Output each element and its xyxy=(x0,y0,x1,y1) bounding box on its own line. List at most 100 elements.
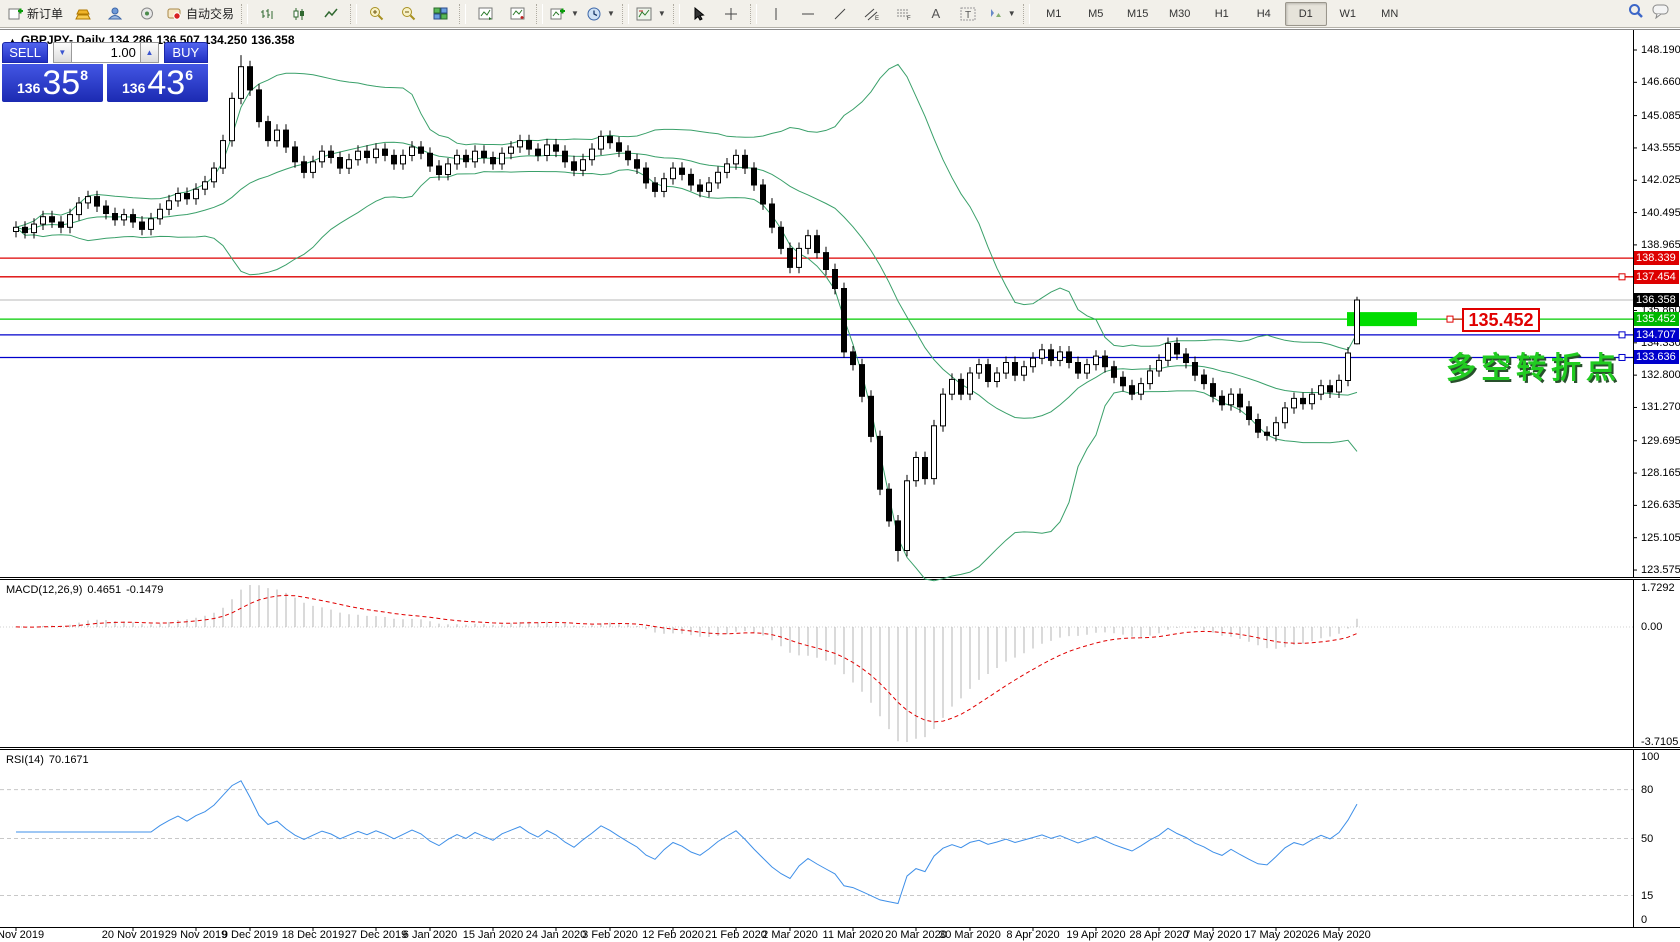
candle-body xyxy=(1148,371,1153,384)
price-axis-tick: 140.495 xyxy=(1641,207,1680,219)
candle-body xyxy=(752,168,757,185)
candle-body xyxy=(347,160,352,169)
candle-body xyxy=(275,130,280,141)
time-axis-label: 18 Dec 2019 xyxy=(282,929,344,941)
buy-button[interactable]: BUY xyxy=(164,42,208,63)
time-axis-label: 2 Mar 2020 xyxy=(762,929,818,941)
price-callout-label[interactable]: 135.452 xyxy=(1462,308,1540,332)
candle-body xyxy=(743,155,748,168)
volume-input[interactable] xyxy=(72,42,140,63)
time-axis-label: 29 Nov 2019 xyxy=(165,929,227,941)
candle-body xyxy=(122,215,127,220)
candle-body xyxy=(1139,384,1144,395)
candle-body xyxy=(932,426,937,479)
candle-body xyxy=(635,160,640,169)
candle-body xyxy=(1121,377,1126,386)
buy-price-display[interactable]: 136436 xyxy=(107,64,208,102)
price-axis-tick: 126.635 xyxy=(1641,499,1680,511)
price-axis-tick: 132.800 xyxy=(1641,369,1680,381)
candle-body xyxy=(473,151,478,162)
price-axis-tick: 125.105 xyxy=(1641,532,1680,544)
candle-body xyxy=(284,130,289,147)
candle-body xyxy=(32,224,37,233)
candle-body xyxy=(86,197,91,203)
sell-button[interactable]: SELL xyxy=(2,42,48,63)
candle-body xyxy=(1031,358,1036,367)
time-axis-label: 17 May 2020 xyxy=(1244,929,1308,941)
candle-body xyxy=(797,248,802,267)
time-axis-label: 20 Mar 2020 xyxy=(885,929,947,941)
candle-body xyxy=(437,166,442,175)
candle-body xyxy=(599,136,604,149)
candle-body xyxy=(833,270,838,289)
candle-body xyxy=(545,145,550,156)
candle-body xyxy=(230,98,235,140)
candle-body xyxy=(860,365,865,397)
line-handle[interactable] xyxy=(1619,332,1625,338)
time-axis-label: 15 Jan 2020 xyxy=(463,929,524,941)
candle-body xyxy=(725,164,730,173)
candle-body xyxy=(878,436,883,489)
candle-body xyxy=(401,155,406,164)
candle-body xyxy=(446,164,451,175)
candle-body xyxy=(1247,407,1252,420)
buy-price-pip: 6 xyxy=(185,67,193,83)
chart-canvas[interactable] xyxy=(0,0,1680,942)
time-axis-label: 3 Feb 2020 xyxy=(582,929,638,941)
rsi-axis-tick: 0 xyxy=(1641,914,1647,926)
candle-body xyxy=(1094,356,1099,365)
candle-body xyxy=(590,149,595,160)
candle-body xyxy=(626,151,631,160)
price-axis-badge: 137.454 xyxy=(1634,270,1679,284)
candle-body xyxy=(1283,408,1288,423)
candle-body xyxy=(509,147,514,153)
candle-body xyxy=(1301,398,1306,403)
candle-body xyxy=(581,160,586,171)
time-axis-label: 26 May 2020 xyxy=(1307,929,1371,941)
candle-body xyxy=(1238,394,1243,407)
time-axis-label: 12 Feb 2020 xyxy=(642,929,704,941)
candle-body xyxy=(689,174,694,185)
candle-body xyxy=(428,153,433,166)
candle-body xyxy=(1013,363,1018,376)
candle-body xyxy=(617,143,622,152)
candle-body xyxy=(536,149,541,155)
price-axis-badge: 134.707 xyxy=(1634,328,1679,342)
candle-body xyxy=(482,151,487,157)
rsi-axis-tick: 15 xyxy=(1641,890,1653,902)
time-axis-label: 7 May 2020 xyxy=(1184,929,1241,941)
turning-point-annotation[interactable]: 多空转折点 xyxy=(1446,343,1621,387)
candle-body xyxy=(95,197,100,207)
candle-body xyxy=(212,168,217,182)
candle-body xyxy=(851,352,856,365)
time-axis-label: 1 Nov 2019 xyxy=(0,929,44,941)
time-axis-label: 27 Dec 2019 xyxy=(345,929,407,941)
candle-body xyxy=(158,209,163,219)
volume-decrement-button[interactable]: ▼ xyxy=(53,42,72,63)
candle-body xyxy=(1193,363,1198,376)
time-axis-label: 20 Nov 2019 xyxy=(102,929,164,941)
line-handle[interactable] xyxy=(1619,274,1625,280)
chevron-up-icon: ▲ xyxy=(146,48,154,57)
candle-body xyxy=(140,222,145,229)
time-axis-label: 21 Feb 2020 xyxy=(705,929,767,941)
callout-anchor[interactable] xyxy=(1447,316,1453,322)
candle-body xyxy=(419,147,424,153)
candle-body xyxy=(1265,432,1270,435)
sell-price-display[interactable]: 136358 xyxy=(2,64,103,102)
candle-body xyxy=(734,155,739,164)
price-axis-tick: 129.695 xyxy=(1641,435,1680,447)
chevron-down-icon: ▼ xyxy=(58,48,66,57)
price-axis-tick: 143.555 xyxy=(1641,142,1680,154)
candle-body xyxy=(185,194,190,199)
candle-body xyxy=(374,149,379,158)
volume-increment-button[interactable]: ▲ xyxy=(140,42,159,63)
candle-body xyxy=(59,222,64,227)
candle-body xyxy=(986,365,991,382)
price-axis-badge: 138.339 xyxy=(1634,251,1679,265)
candle-body xyxy=(1004,363,1009,374)
candle-body xyxy=(329,151,334,157)
candle-body xyxy=(1076,363,1081,374)
candle-body xyxy=(167,201,172,210)
candle-body xyxy=(941,394,946,426)
